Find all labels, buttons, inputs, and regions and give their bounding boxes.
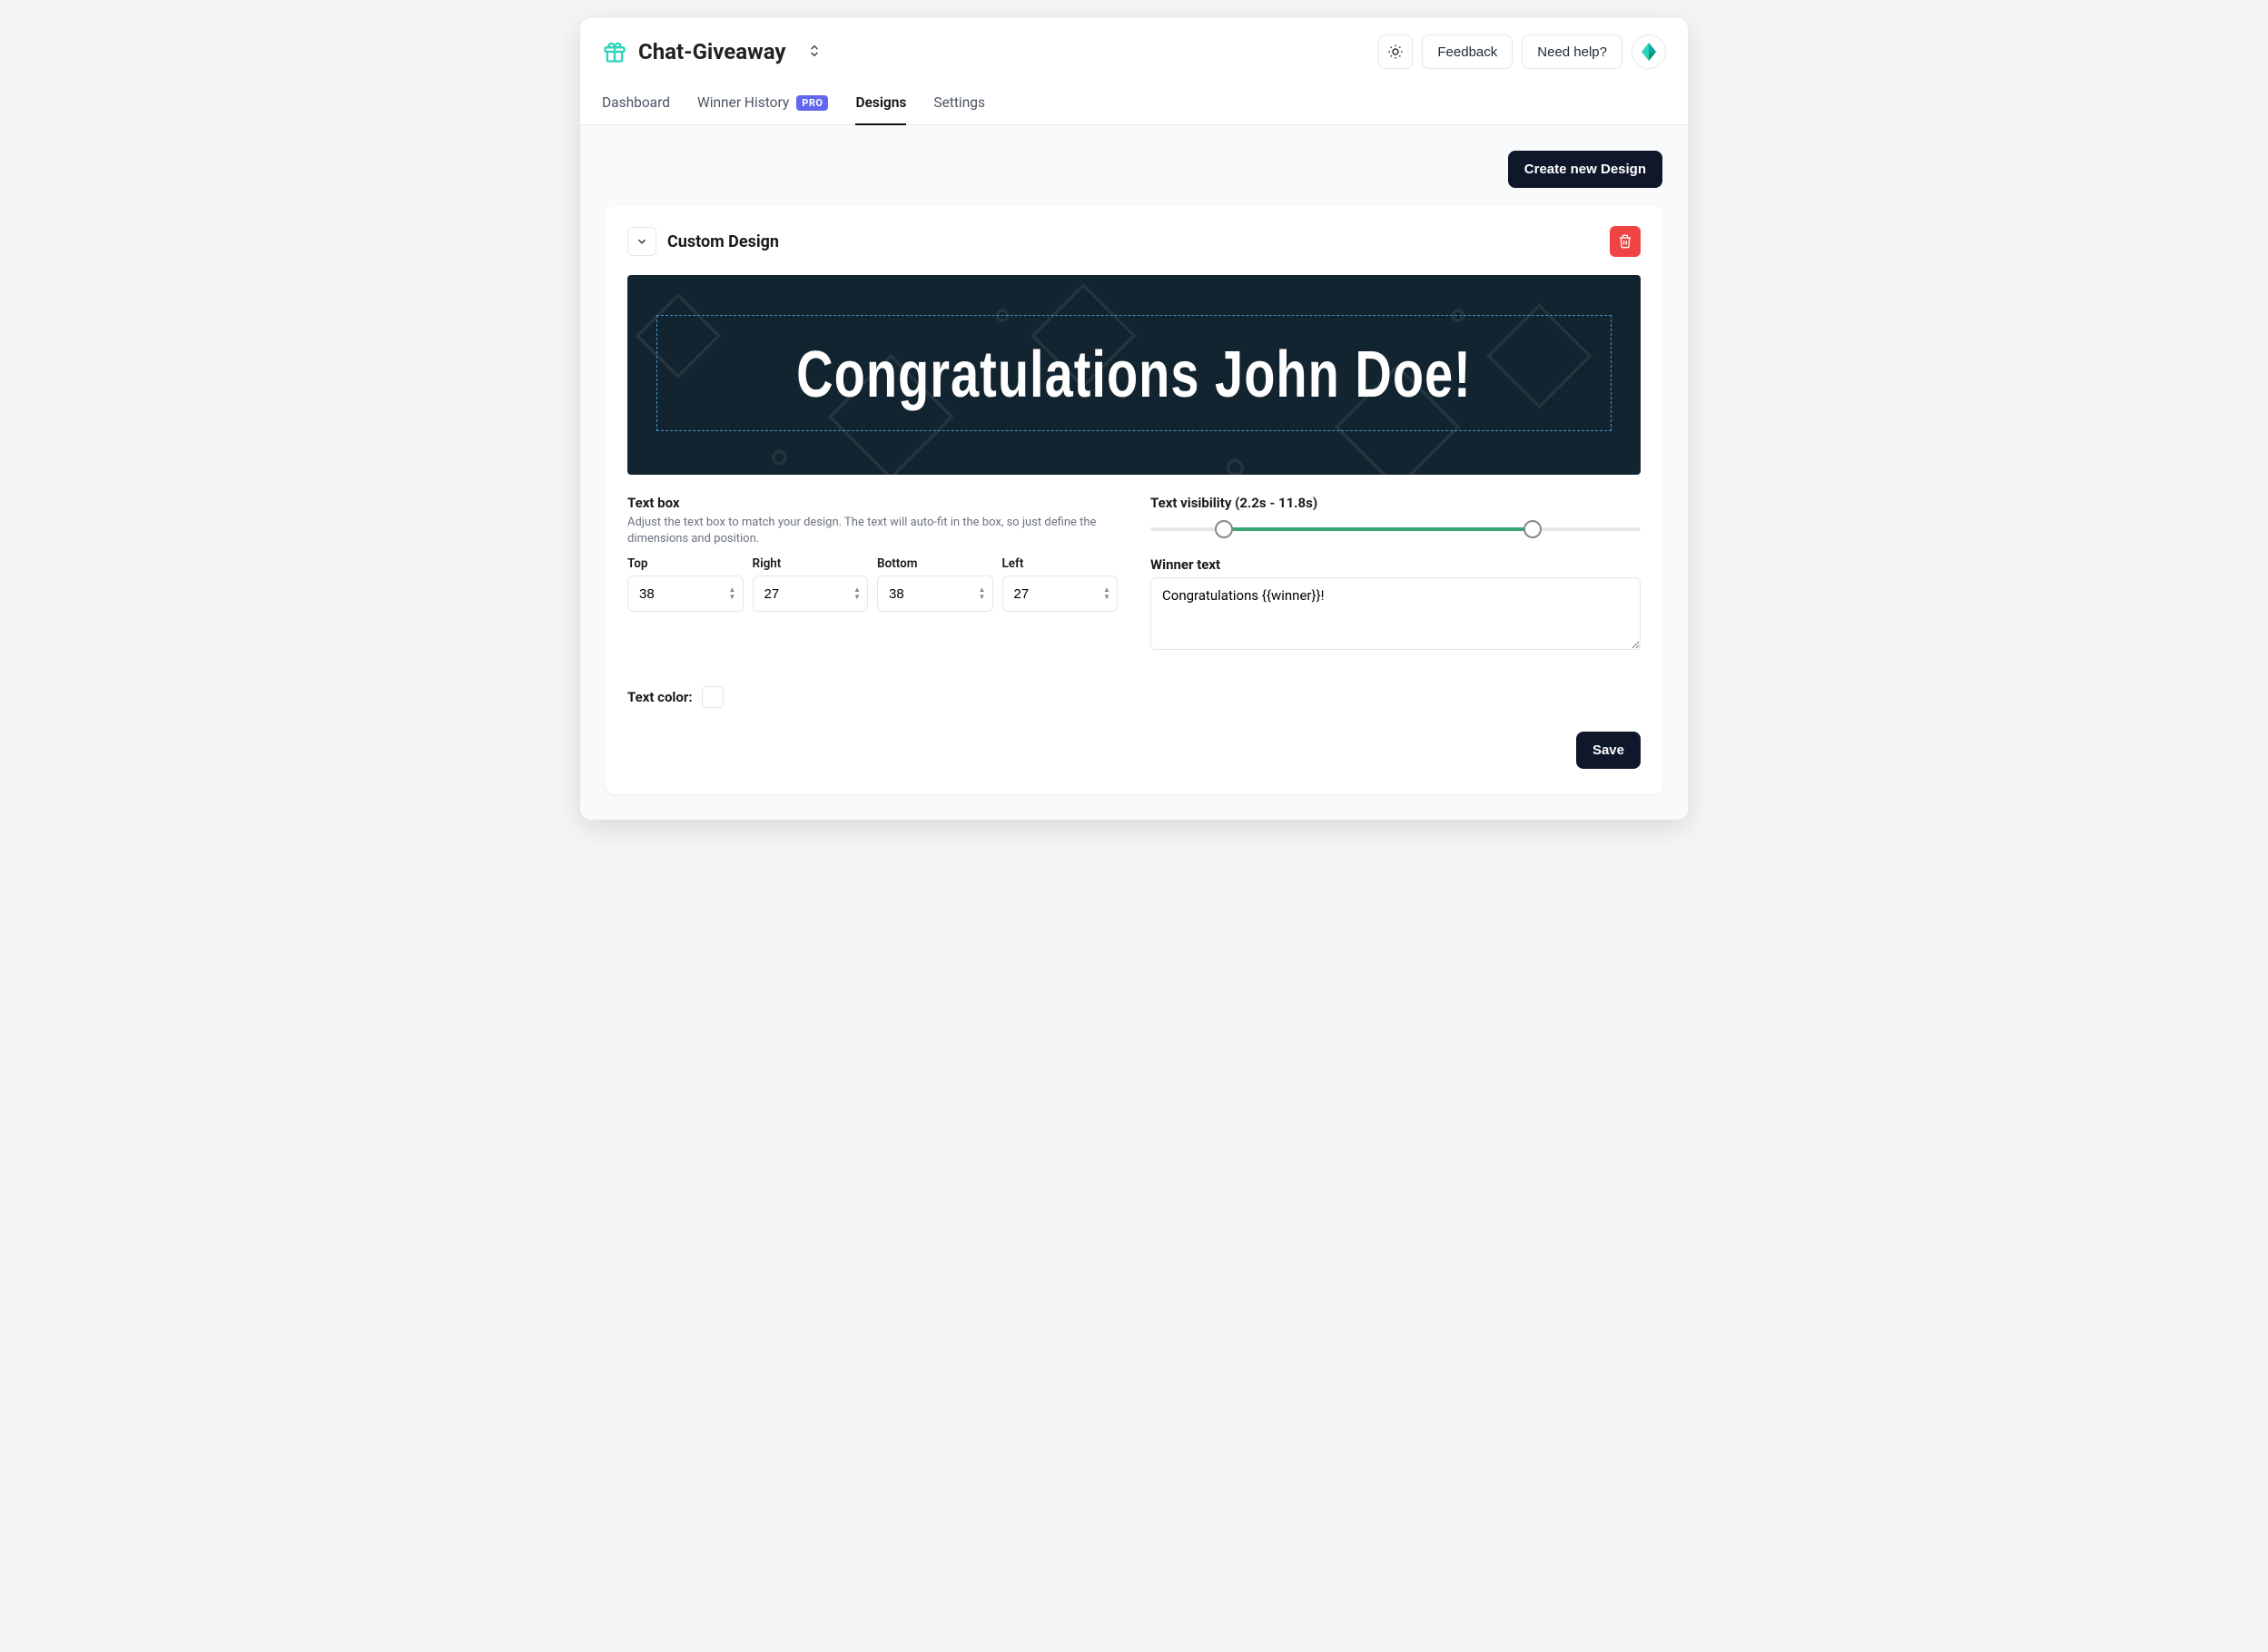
help-button[interactable]: Need help? [1522,34,1622,69]
visibility-column: Text visibility (2.2s - 11.8s) Winner te… [1150,495,1641,654]
content-area: Create new Design Custom Design [580,125,1688,820]
dimension-grid: Top ▲▼ Right ▲▼ [627,556,1118,612]
left-label: Left [1002,556,1119,571]
design-card: Custom Design [606,206,1662,794]
form-row: Text box Adjust the text box to match yo… [627,495,1641,654]
nav-tabs: Dashboard Winner History PRO Designs Set… [580,85,1688,125]
tab-label: Designs [855,94,906,111]
theme-toggle-button[interactable] [1378,34,1413,69]
titlebar: Chat-Giveaway Feedback Need help? [580,18,1688,69]
slider-handle-start[interactable] [1215,520,1233,538]
card-header: Custom Design [627,226,1641,257]
save-button[interactable]: Save [1576,732,1641,769]
left-stepper[interactable]: ▲▼ [1103,586,1112,601]
slider-fill [1224,527,1533,531]
textbox-column: Text box Adjust the text box to match yo… [627,495,1118,654]
tab-dashboard[interactable]: Dashboard [602,85,670,125]
feedback-button[interactable]: Feedback [1422,34,1513,69]
tab-winner-history[interactable]: Winner History PRO [697,85,829,125]
tab-label: Winner History [697,94,789,111]
visibility-slider[interactable] [1150,520,1641,538]
bottom-stepper[interactable]: ▲▼ [979,586,988,601]
design-preview: Congratulations John Doe! [627,275,1641,475]
winner-text-input[interactable] [1150,577,1641,650]
tab-label: Settings [933,94,985,111]
avatar-gem-icon [1640,41,1658,63]
top-actions: Create new Design [606,151,1662,188]
top-input[interactable] [627,575,744,612]
bottom-label: Bottom [877,556,993,571]
left-input[interactable] [1002,575,1119,612]
textbox-heading: Text box [627,495,1118,511]
preview-text-box[interactable]: Congratulations John Doe! [656,315,1612,431]
avatar[interactable] [1632,34,1666,69]
slider-handle-end[interactable] [1524,520,1542,538]
right-stepper[interactable]: ▲▼ [853,586,863,601]
textbox-description: Adjust the text box to match your design… [627,515,1118,547]
titlebar-left: Chat-Giveaway [602,39,825,64]
pro-badge: PRO [796,95,828,111]
tab-designs[interactable]: Designs [855,85,906,125]
visibility-label: Text visibility (2.2s - 11.8s) [1150,495,1641,511]
collapse-button[interactable] [627,227,656,256]
app-title: Chat-Giveaway [638,39,785,64]
save-row: Save [627,732,1641,769]
top-label: Top [627,556,744,571]
winner-text-label: Winner text [1150,556,1641,573]
text-color-picker[interactable] [702,686,724,708]
titlebar-right: Feedback Need help? [1378,34,1666,69]
delete-button[interactable] [1610,226,1641,257]
app-window: Chat-Giveaway Feedback Need help? [580,18,1688,820]
trash-icon [1618,234,1632,249]
chevrons-up-down-icon [807,44,822,58]
gift-icon [602,39,627,64]
tab-settings[interactable]: Settings [933,85,985,125]
card-title: Custom Design [667,232,779,251]
text-color-row: Text color: [627,686,1641,708]
sun-icon [1387,44,1404,60]
preview-text: Congratulations John Doe! [796,335,1472,412]
create-design-button[interactable]: Create new Design [1508,151,1662,188]
right-input[interactable] [753,575,869,612]
right-label: Right [753,556,869,571]
app-selector-button[interactable] [804,40,825,64]
tab-label: Dashboard [602,94,670,111]
top-stepper[interactable]: ▲▼ [729,586,738,601]
chevron-down-icon [636,235,648,248]
bottom-input[interactable] [877,575,993,612]
text-color-label: Text color: [627,689,693,705]
